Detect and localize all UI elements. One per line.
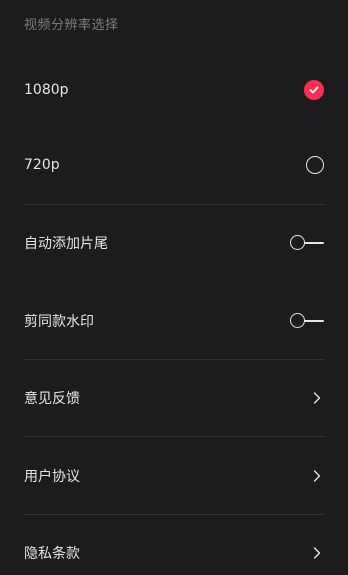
divider <box>24 204 324 205</box>
auto-ending-label: 自动添加片尾 <box>24 236 108 252</box>
toggle-off-icon[interactable] <box>290 235 324 251</box>
chevron-right-icon <box>310 391 324 405</box>
link-row-user-agreement[interactable]: 用户协议 <box>0 454 348 498</box>
toggle-off-icon[interactable] <box>290 313 324 329</box>
divider <box>24 436 324 437</box>
resolution-label-720p: 720p <box>24 157 60 173</box>
divider <box>24 514 324 515</box>
feedback-label: 意见反馈 <box>24 391 80 407</box>
user-agreement-label: 用户协议 <box>24 469 80 485</box>
toggle-row-watermark[interactable]: 剪同款水印 <box>0 299 348 343</box>
link-row-feedback[interactable]: 意见反馈 <box>0 376 348 420</box>
divider <box>24 359 324 360</box>
chevron-right-icon <box>310 469 324 483</box>
link-row-privacy[interactable]: 隐私条款 <box>0 531 348 575</box>
check-circle-icon[interactable] <box>304 80 324 100</box>
chevron-right-icon <box>310 546 324 560</box>
radio-empty-icon[interactable] <box>306 156 324 174</box>
toggle-row-auto-ending[interactable]: 自动添加片尾 <box>0 221 348 265</box>
settings-page: 视频分辨率选择 1080p 720p 自动添加片尾 剪同款水印 意见反馈 用户协… <box>0 0 348 569</box>
watermark-label: 剪同款水印 <box>24 314 94 330</box>
resolution-label-1080p: 1080p <box>24 82 69 98</box>
resolution-section-title: 视频分辨率选择 <box>24 18 119 33</box>
resolution-option-1080p[interactable]: 1080p <box>0 68 348 112</box>
resolution-option-720p[interactable]: 720p <box>0 143 348 187</box>
privacy-label: 隐私条款 <box>24 546 80 562</box>
